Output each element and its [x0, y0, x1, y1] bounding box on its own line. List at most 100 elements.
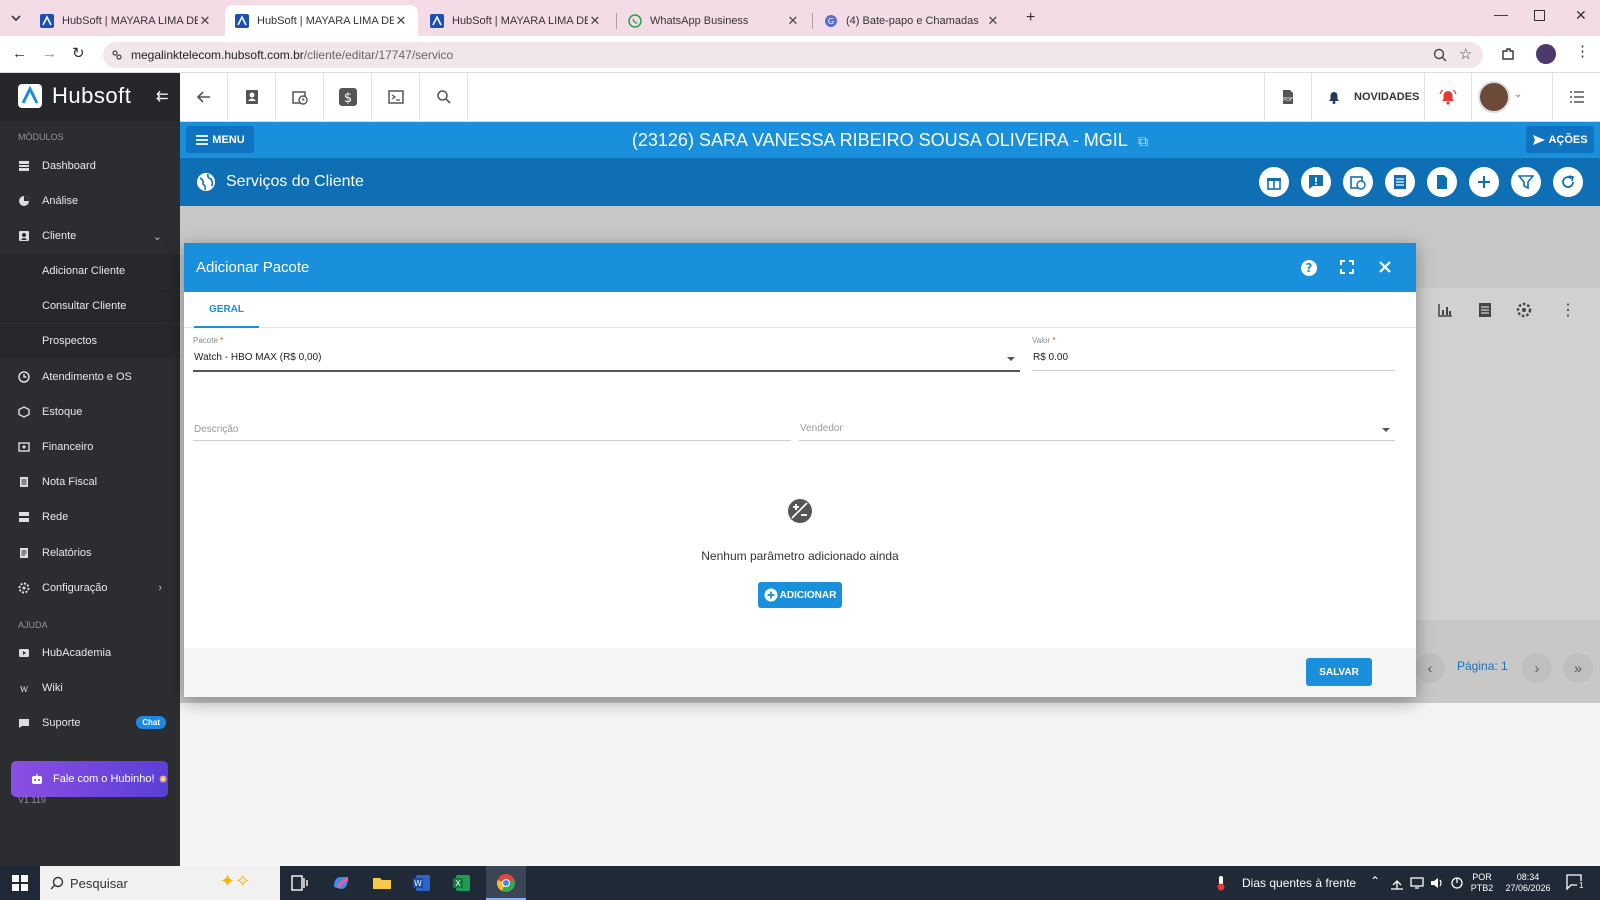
notifications-button[interactable]: 1: [1566, 874, 1586, 890]
alerts-button[interactable]: [1424, 73, 1472, 121]
logo-text: Hubsoft: [52, 83, 132, 108]
browser-tab[interactable]: G (4) Bate-papo e Chamadas ✕: [814, 5, 1010, 36]
sidebar-item-financeiro[interactable]: Financeiro: [0, 430, 180, 464]
excel-icon[interactable]: X: [452, 873, 472, 893]
sidebar-item-adicionar-cliente[interactable]: Adicionar Cliente: [0, 254, 180, 288]
pacote-value: Watch - HBO MAX (R$ 0,00): [194, 352, 322, 363]
forward-nav-icon[interactable]: →: [42, 45, 57, 62]
extensions-icon[interactable]: [1500, 46, 1516, 62]
close-tab-icon[interactable]: ✕: [786, 13, 800, 29]
pdf-button[interactable]: PDF: [1264, 73, 1312, 121]
sidebar-item-nota-fiscal[interactable]: Nota Fiscal: [0, 465, 180, 499]
sidebar-item-estoque[interactable]: Estoque: [0, 395, 180, 429]
schedule-circle-button[interactable]: [1343, 167, 1373, 197]
sidebar-item-dashboard[interactable]: Dashboard: [0, 149, 180, 183]
help-icon[interactable]: ?: [1300, 259, 1318, 277]
zoom-icon[interactable]: [1433, 48, 1447, 62]
clock-time: 08:34: [1516, 872, 1540, 882]
sidebar-item-analise[interactable]: Análise: [0, 184, 180, 218]
fullscreen-icon[interactable]: [1340, 260, 1354, 274]
box-icon: [18, 406, 30, 418]
add-button[interactable]: [1469, 167, 1499, 197]
sidebar-item-wiki[interactable]: w Wiki: [0, 671, 180, 705]
language-indicator[interactable]: POR PTB2: [1470, 872, 1494, 894]
sidebar-item-rede[interactable]: Rede: [0, 500, 180, 534]
browser-tab[interactable]: WhatsApp Business ✕: [618, 5, 810, 36]
list-doc-button[interactable]: [1385, 167, 1415, 197]
valor-input[interactable]: R$ 0.00: [1032, 348, 1395, 370]
schedule-button[interactable]: [276, 73, 324, 121]
finance-button[interactable]: $: [324, 73, 372, 121]
alarm-bell-icon: [1439, 89, 1457, 105]
gift-button[interactable]: [1259, 167, 1289, 197]
display-icon[interactable]: [1410, 876, 1424, 890]
close-tab-icon[interactable]: ✕: [588, 13, 602, 29]
sidebar-item-atendimento[interactable]: Atendimento e OS: [0, 360, 180, 394]
tray-expand-icon[interactable]: ⌃: [1370, 874, 1380, 888]
user-avatar[interactable]: [1478, 81, 1510, 113]
chrome-taskbar-button[interactable]: [486, 866, 526, 900]
copilot-icon[interactable]: [331, 873, 351, 893]
bookmark-star-icon[interactable]: ☆: [1459, 45, 1472, 63]
new-tab-button[interactable]: +: [1026, 9, 1035, 27]
chevron-down-icon[interactable]: ⌄: [1514, 89, 1522, 100]
file-button[interactable]: [1427, 167, 1457, 197]
save-button[interactable]: SALVAR: [1306, 658, 1372, 686]
terminal-button[interactable]: [372, 73, 420, 121]
word-icon[interactable]: W: [412, 873, 432, 893]
browser-tab-active[interactable]: HubSoft | MAYARA LIMA DE OL ✕: [225, 5, 418, 36]
tab-geral[interactable]: GERAL: [194, 292, 259, 328]
add-parameter-button[interactable]: ADICIONAR: [758, 582, 842, 608]
refresh-button[interactable]: [1553, 167, 1583, 197]
empty-state-message: Nenhum parâmetro adicionado ainda: [701, 549, 899, 563]
volume-icon[interactable]: [1430, 876, 1444, 890]
network-icon[interactable]: [1390, 876, 1404, 890]
browser-tab[interactable]: HubSoft | MAYARA LIMA DE OL ✕: [420, 5, 612, 36]
sidebar: Hubsoft ⇇ MÓDULOS Dashboard Análise Clie…: [0, 73, 180, 866]
vendedor-select[interactable]: Vendedor: [799, 418, 1395, 440]
battery-icon[interactable]: [1450, 876, 1464, 890]
descricao-input[interactable]: Descrição: [193, 418, 791, 440]
sidebar-item-suporte[interactable]: Suporte Chat: [0, 706, 180, 740]
close-tab-icon[interactable]: ✕: [394, 13, 408, 29]
novidades-button[interactable]: NOVIDADES: [1326, 73, 1419, 121]
server-icon: [19, 512, 29, 522]
sidebar-item-relatorios[interactable]: Relatórios: [0, 536, 180, 570]
clock[interactable]: 08:34 27/06/2026: [1500, 872, 1556, 894]
sidebar-item-cliente[interactable]: Cliente ⌄: [0, 219, 180, 253]
sidebar-item-consultar-cliente[interactable]: Consultar Cliente: [0, 289, 180, 323]
tab-search-dropdown[interactable]: [6, 9, 26, 27]
contacts-button[interactable]: [228, 73, 276, 121]
close-tab-icon[interactable]: ✕: [986, 13, 1000, 29]
close-window-button[interactable]: ✕: [1575, 7, 1587, 24]
profile-avatar[interactable]: [1536, 44, 1556, 64]
alert-message-button[interactable]: [1301, 167, 1331, 197]
close-icon[interactable]: [1378, 260, 1392, 274]
minimize-window-button[interactable]: —: [1494, 6, 1508, 22]
reload-icon[interactable]: ↻: [72, 44, 85, 62]
list-menu-button[interactable]: [1552, 73, 1600, 121]
back-button[interactable]: [180, 73, 228, 121]
acoes-button[interactable]: AÇÕES: [1526, 126, 1594, 153]
menu-button[interactable]: MENU: [186, 126, 254, 153]
taskbar-search-box[interactable]: Pesquisar ✦✧: [40, 866, 280, 900]
filter-button[interactable]: [1511, 167, 1541, 197]
url-field[interactable]: megalinktelecom.hubsoft.com.br/cliente/e…: [103, 42, 1483, 68]
weather-text[interactable]: Dias quentes à frente: [1242, 876, 1356, 890]
task-view-icon[interactable]: [290, 873, 310, 893]
copy-icon[interactable]: ⧉: [1138, 133, 1148, 149]
hubinho-chat-button[interactable]: Fale com o Hubinho! ✸: [11, 761, 168, 797]
windows-start-icon[interactable]: [12, 875, 28, 891]
collapse-sidebar-icon[interactable]: ⇇: [156, 87, 169, 105]
sidebar-item-configuracao[interactable]: Configuração ›: [0, 571, 180, 605]
sidebar-item-hubacademia[interactable]: HubAcademia: [0, 636, 180, 670]
search-button[interactable]: [420, 73, 468, 121]
maximize-window-button[interactable]: [1534, 10, 1545, 21]
browser-tab[interactable]: HubSoft | MAYARA LIMA DE OL ✕: [30, 5, 222, 36]
close-tab-icon[interactable]: ✕: [198, 13, 212, 29]
browser-menu-icon[interactable]: ⋮: [1575, 42, 1590, 60]
sidebar-item-prospectos[interactable]: Prospectos: [0, 324, 180, 358]
back-nav-icon[interactable]: ←: [12, 45, 27, 62]
pacote-select[interactable]: Watch - HBO MAX (R$ 0,00): [193, 348, 1020, 370]
file-explorer-icon[interactable]: [372, 873, 392, 893]
